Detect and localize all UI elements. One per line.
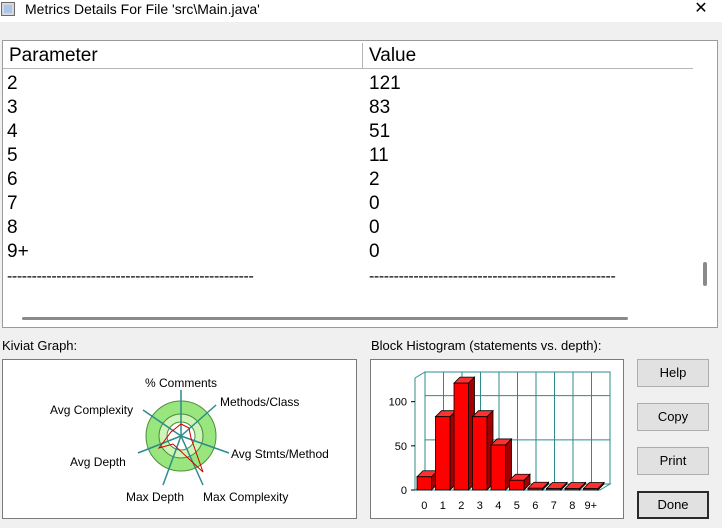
cell-value: 0 bbox=[369, 217, 380, 238]
table-row[interactable]: 3 83 bbox=[3, 96, 693, 120]
axis-label-avg-depth: Avg Depth bbox=[70, 455, 126, 469]
cell-parameter: 4 bbox=[7, 121, 18, 142]
histogram-bar bbox=[583, 488, 599, 491]
cell-parameter: 9+ bbox=[7, 241, 29, 262]
block-histogram: 0 50 100 0 1 2 3 4 5 6 7 8 9+ bbox=[370, 359, 624, 519]
table-header: Parameter Value bbox=[3, 43, 693, 69]
cell-value: 11 bbox=[369, 145, 389, 166]
cell-parameter: 5 bbox=[7, 145, 18, 166]
help-button[interactable]: Help bbox=[637, 359, 709, 387]
histogram-x-tick-label: 4 bbox=[495, 500, 501, 512]
separator-left: ----------------------------------------… bbox=[7, 268, 254, 285]
table-row[interactable]: 9+ 0 bbox=[3, 240, 693, 264]
histogram-y-tick-label: 50 bbox=[395, 441, 407, 453]
histogram-x-tick-label: 8 bbox=[569, 500, 575, 512]
cell-value: 83 bbox=[369, 97, 391, 118]
table-body: 2 121 3 83 4 51 5 11 6 2 7 0 8 0 9+ 0 bbox=[3, 72, 693, 264]
histogram-bar bbox=[453, 382, 469, 491]
histogram-x-tick-label: 1 bbox=[440, 500, 446, 512]
axis-label-comments: % Comments bbox=[145, 376, 217, 390]
cell-value: 121 bbox=[369, 73, 401, 94]
window-title: Metrics Details For File 'src\Main.java' bbox=[25, 1, 260, 17]
table-row[interactable]: 5 11 bbox=[3, 144, 693, 168]
cell-value: 0 bbox=[369, 193, 380, 214]
horizontal-scrollbar[interactable] bbox=[22, 317, 628, 320]
title-bar: Metrics Details For File 'src\Main.java'… bbox=[0, 0, 722, 22]
axis-label-max-complexity: Max Complexity bbox=[203, 490, 288, 504]
column-header-parameter[interactable]: Parameter bbox=[3, 43, 363, 69]
histogram-bar bbox=[435, 416, 451, 491]
cell-parameter: 7 bbox=[7, 193, 18, 214]
axis-label-methods-class: Methods/Class bbox=[220, 395, 299, 409]
axis-label-max-depth: Max Depth bbox=[126, 490, 184, 504]
histogram-bar bbox=[416, 476, 432, 491]
table-row[interactable]: 4 51 bbox=[3, 120, 693, 144]
print-button[interactable]: Print bbox=[637, 447, 709, 475]
kiviat-label: Kiviat Graph: bbox=[2, 338, 78, 353]
histogram-x-tick-label: 6 bbox=[532, 500, 538, 512]
cell-value: 0 bbox=[369, 241, 380, 262]
histogram-label: Block Histogram (statements vs. depth): bbox=[371, 338, 602, 353]
close-button[interactable]: ✕ bbox=[686, 0, 716, 21]
histogram-bar bbox=[564, 488, 580, 491]
histogram-x-tick-label: 5 bbox=[514, 500, 520, 512]
histogram-x-tick-label: 2 bbox=[458, 500, 464, 512]
histogram-x-tick-label: 7 bbox=[551, 500, 557, 512]
axis-label-avg-complexity: Avg Complexity bbox=[50, 403, 133, 417]
histogram-axis-corner bbox=[414, 371, 426, 379]
cell-value: 2 bbox=[369, 169, 380, 190]
column-header-value[interactable]: Value bbox=[363, 43, 693, 69]
cell-parameter: 3 bbox=[7, 97, 18, 118]
histogram-x-tick-label: 9+ bbox=[584, 500, 597, 512]
copy-button[interactable]: Copy bbox=[637, 403, 709, 431]
histogram-bar bbox=[546, 488, 562, 491]
table-row[interactable]: 80 bbox=[3, 216, 693, 240]
table-row[interactable]: 62 bbox=[3, 168, 693, 192]
kiviat-graph: % Comments Methods/Class Avg Stmts/Metho… bbox=[2, 359, 357, 519]
histogram-bar bbox=[527, 487, 543, 491]
cell-parameter: 2 bbox=[7, 73, 18, 94]
cell-parameter: 6 bbox=[7, 169, 18, 190]
cell-parameter: 8 bbox=[7, 217, 18, 238]
histogram-bar bbox=[472, 416, 488, 491]
axis-label-avg-stmts: Avg Stmts/Method bbox=[231, 447, 329, 461]
histogram-bar bbox=[490, 444, 506, 491]
histogram-y-tick-label: 100 bbox=[389, 397, 407, 409]
histogram-x-tick-label: 0 bbox=[421, 500, 427, 512]
table-separator-row: ----------------------------------------… bbox=[3, 267, 693, 291]
table-row[interactable]: 70 bbox=[3, 192, 693, 216]
cell-value: 51 bbox=[369, 121, 391, 142]
app-icon bbox=[1, 2, 15, 16]
histogram-y-tick-label: 0 bbox=[401, 485, 407, 497]
vertical-scrollbar[interactable] bbox=[703, 262, 707, 286]
table-row[interactable]: 2 121 bbox=[3, 72, 693, 96]
histogram-x-tick-label: 3 bbox=[477, 500, 483, 512]
done-button[interactable]: Done bbox=[637, 491, 709, 519]
histogram-bar bbox=[509, 479, 525, 491]
separator-right: ----------------------------------------… bbox=[369, 268, 616, 285]
